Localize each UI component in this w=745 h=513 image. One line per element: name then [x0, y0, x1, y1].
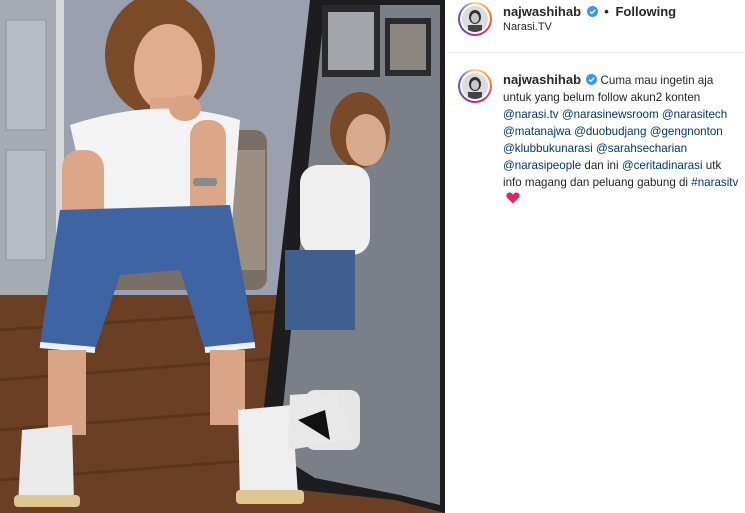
mention-link[interactable]: @gengnonton	[650, 125, 723, 138]
location-link[interactable]: Narasi.TV	[503, 21, 552, 33]
red-heart-emoji-icon	[506, 192, 520, 204]
avatar-image	[462, 73, 488, 99]
header-username[interactable]: najwashihab	[503, 4, 581, 19]
verified-badge-icon	[586, 74, 598, 85]
hashtag-link[interactable]: #narasitv	[691, 176, 738, 189]
post-header: najwashihab • Following Narasi.TV	[445, 0, 745, 53]
mention-link[interactable]: @matanajwa	[503, 125, 571, 138]
caption-avatar[interactable]	[458, 69, 492, 103]
post-photo[interactable]	[0, 0, 445, 513]
mention-link[interactable]: @sarahsecharian	[596, 142, 687, 155]
verified-badge-icon	[586, 6, 598, 17]
separator-dot: •	[604, 4, 609, 19]
following-button[interactable]: Following	[615, 4, 676, 19]
header-title-line: najwashihab • Following	[503, 4, 676, 19]
mention-link[interactable]: @duobudjang	[574, 125, 646, 138]
post-side-panel: najwashihab • Following Narasi.TV najwas…	[445, 0, 745, 513]
caption-username[interactable]: najwashihab	[503, 72, 581, 87]
mention-link[interactable]: @klubbukunarasi	[503, 142, 593, 155]
mention-link[interactable]: @narasitech	[662, 108, 727, 121]
mention-link[interactable]: @ceritadinarasi	[622, 159, 703, 172]
mention-link[interactable]: @narasipeople	[503, 159, 581, 172]
mention-link[interactable]: @narasi.tv	[503, 108, 559, 121]
caption-text-2: dan ini	[584, 159, 619, 172]
mention-link[interactable]: @narasinewsroom	[562, 108, 659, 121]
profile-avatar[interactable]	[458, 2, 492, 36]
post-caption: najwashihab Cuma mau ingetin aja untuk y…	[503, 71, 739, 208]
post-photo-image	[0, 0, 445, 513]
avatar-image	[462, 6, 488, 32]
